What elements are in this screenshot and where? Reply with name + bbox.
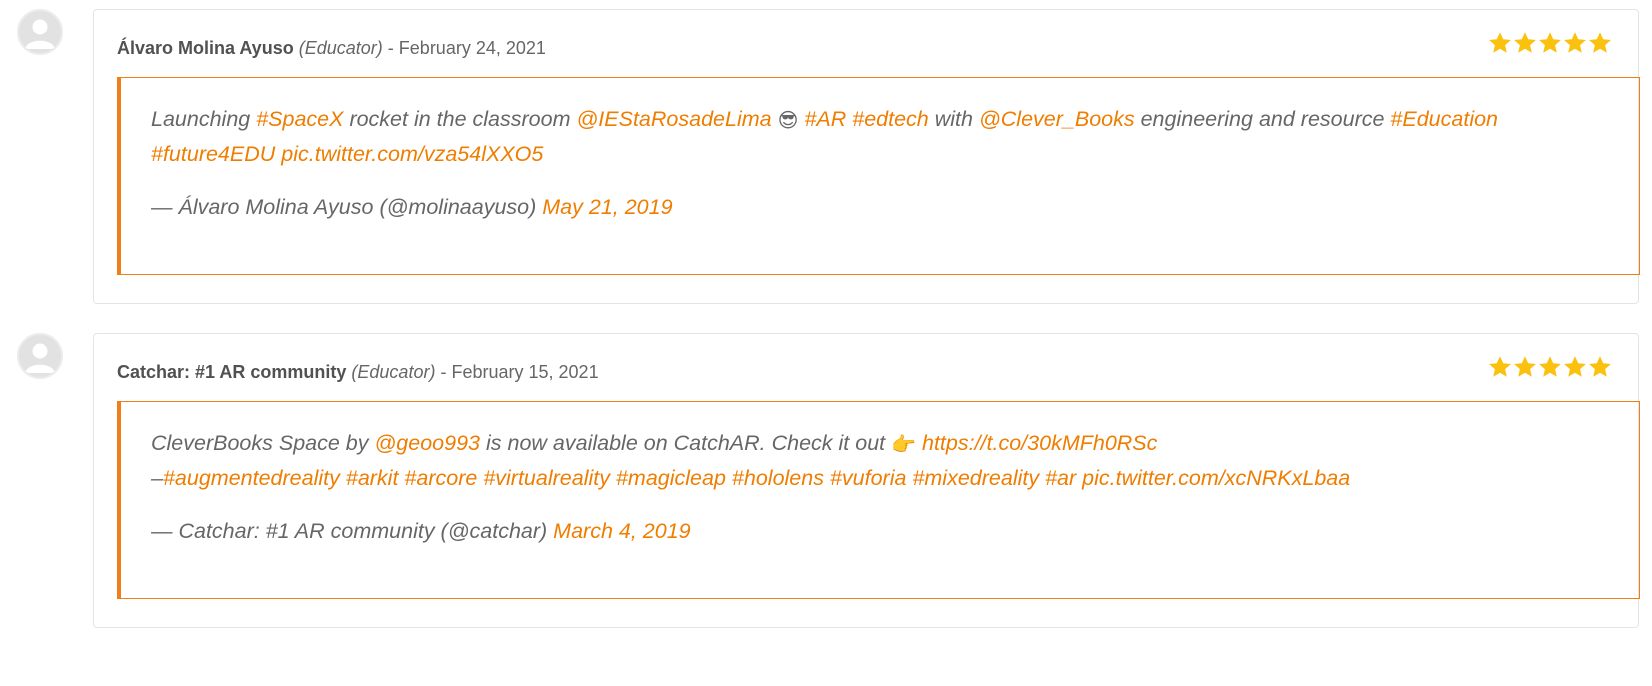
tweet-signature: — Álvaro Molina Ayuso (@molinaayuso) May… — [151, 191, 1609, 224]
star-icon — [1589, 356, 1611, 377]
user-placeholder-icon — [19, 11, 61, 53]
hashtag-link[interactable]: #ar — [1045, 466, 1076, 490]
tweet-signature-text: — Álvaro Molina Ayuso (@molinaayuso) — [151, 195, 543, 219]
hashtag-link[interactable]: #augmentedreality — [163, 466, 340, 490]
hashtag-link[interactable]: #hololens — [732, 466, 824, 490]
review-date: February 15, 2021 — [451, 362, 599, 382]
star-rating — [1488, 31, 1612, 55]
review-author-role: (Educator) — [298, 38, 383, 58]
embedded-tweet: CleverBooks Space by @geoo993 is now ava… — [117, 401, 1640, 599]
pointing-hand-emoji-icon: 👉 — [891, 434, 917, 456]
star-rating — [1488, 355, 1612, 379]
tweet-date-link[interactable]: March 4, 2019 — [553, 519, 690, 543]
embedded-tweet: Launching #SpaceX rocket in the classroo… — [117, 77, 1640, 275]
hashtag-link[interactable]: #arkit — [346, 466, 399, 490]
meta-separator: - — [387, 38, 394, 58]
tweet-text-segment: rocket in the classroom — [343, 107, 577, 131]
url-link[interactable]: https://t.co/30kMFh0RSc — [922, 431, 1157, 455]
review-meta: Catchar: #1 AR community (Educator) - Fe… — [117, 361, 599, 383]
star-icon — [1564, 356, 1586, 377]
tweet-date-link[interactable]: May 21, 2019 — [542, 195, 672, 219]
review-card: Catchar: #1 AR community (Educator) - Fe… — [93, 333, 1640, 628]
hashtag-link[interactable]: #future4EDU — [151, 142, 275, 166]
review-author: Álvaro Molina Ayuso — [117, 38, 294, 58]
star-icon — [1539, 356, 1561, 377]
tweet-text-segment: – — [151, 466, 163, 490]
star-icon — [1514, 32, 1536, 53]
hashtag-link[interactable]: #SpaceX — [256, 107, 343, 131]
tweet-signature-text: — Catchar: #1 AR community (@catchar) — [151, 519, 554, 543]
tweet-text-segment: engineering and resource — [1134, 107, 1391, 131]
star-icon — [1539, 32, 1561, 53]
hashtag-link[interactable]: #mixedreality — [912, 466, 1039, 490]
review-card: Álvaro Molina Ayuso (Educator) - Februar… — [93, 9, 1640, 304]
hashtag-link[interactable]: #edtech — [852, 107, 929, 131]
pic-link[interactable]: pic.twitter.com/vza54lXXO5 — [281, 142, 543, 166]
avatar — [17, 9, 63, 55]
review-author: Catchar: #1 AR community — [117, 362, 347, 382]
mention-link[interactable]: @Clever_Books — [979, 107, 1135, 131]
hashtag-link[interactable]: #arcore — [404, 466, 477, 490]
sunglasses-emoji-icon: 😎 — [777, 110, 799, 132]
user-placeholder-icon — [19, 335, 61, 377]
star-icon — [1589, 32, 1611, 53]
review-author-role: (Educator) — [351, 362, 436, 382]
hashtag-link[interactable]: #AR — [804, 107, 846, 131]
tweet-text-segment: with — [928, 107, 979, 131]
tweet-text-segment: CleverBooks Space by — [151, 431, 375, 455]
review-date: February 24, 2021 — [398, 38, 546, 58]
tweet-text: Launching #SpaceX rocket in the classroo… — [151, 103, 1609, 171]
review-meta: Álvaro Molina Ayuso (Educator) - Februar… — [117, 37, 546, 59]
hashtag-link[interactable]: #vuforia — [830, 466, 907, 490]
hashtag-link[interactable]: #magicleap — [616, 466, 726, 490]
star-icon — [1489, 356, 1511, 377]
star-icon — [1564, 32, 1586, 53]
mention-link[interactable]: @geoo993 — [374, 431, 480, 455]
tweet-text-segment: is now available on CatchAR. Check it ou… — [480, 431, 892, 455]
hashtag-link[interactable]: #virtualreality — [483, 466, 610, 490]
meta-separator: - — [440, 362, 447, 382]
pic-link[interactable]: pic.twitter.com/xcNRKxLbaa — [1082, 466, 1350, 490]
avatar — [17, 333, 63, 379]
star-icon — [1489, 32, 1511, 53]
tweet-text-segment: Launching — [151, 107, 257, 131]
mention-link[interactable]: @IEStaRosadeLima — [576, 107, 771, 131]
hashtag-link[interactable]: #Education — [1390, 107, 1498, 131]
tweet-text: CleverBooks Space by @geoo993 is now ava… — [151, 427, 1609, 495]
star-icon — [1514, 356, 1536, 377]
tweet-signature: — Catchar: #1 AR community (@catchar) Ma… — [151, 515, 1609, 548]
